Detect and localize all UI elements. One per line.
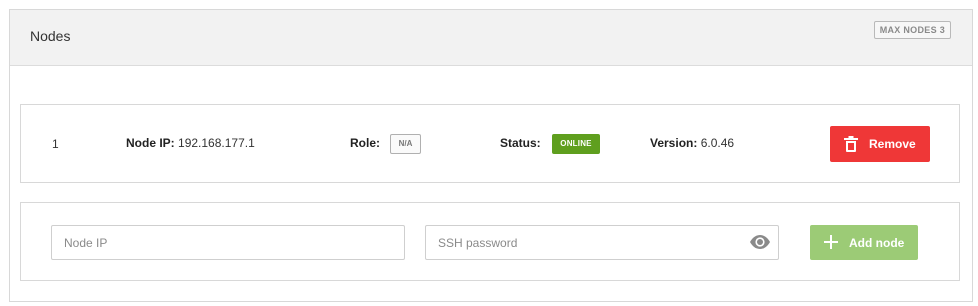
add-node-form: Add node xyxy=(20,202,960,281)
add-node-button-label: Add node xyxy=(849,236,905,250)
node-version: Version: 6.0.46 xyxy=(650,136,734,150)
node-role-label: Role: xyxy=(350,136,380,150)
status-badge: ONLINE xyxy=(552,134,600,154)
trash-icon xyxy=(844,136,858,152)
nodes-panel: Nodes MAX NODES 3 1 Node IP: 192.168.177… xyxy=(9,9,973,302)
plus-icon xyxy=(824,235,838,249)
node-ip: Node IP: 192.168.177.1 xyxy=(126,136,255,150)
panel-header: Nodes MAX NODES 3 xyxy=(10,10,972,66)
panel-title: Nodes xyxy=(30,28,71,44)
node-version-label: Version: xyxy=(650,136,698,150)
remove-button[interactable]: Remove xyxy=(830,126,930,162)
ssh-password-input[interactable] xyxy=(425,225,779,260)
node-status-label: Status: xyxy=(500,136,541,150)
remove-button-label: Remove xyxy=(869,137,916,151)
role-badge: N/A xyxy=(390,134,421,154)
node-index: 1 xyxy=(52,137,59,151)
node-row: 1 Node IP: 192.168.177.1 Role: N/A Statu… xyxy=(20,104,960,183)
node-ip-label: Node IP: xyxy=(126,136,175,150)
eye-icon[interactable] xyxy=(749,234,771,250)
node-ip-value: 192.168.177.1 xyxy=(178,136,255,150)
node-ip-input[interactable] xyxy=(51,225,405,260)
max-nodes-badge: MAX NODES 3 xyxy=(873,21,951,39)
add-node-button[interactable]: Add node xyxy=(810,225,918,260)
node-version-value: 6.0.46 xyxy=(700,136,735,150)
